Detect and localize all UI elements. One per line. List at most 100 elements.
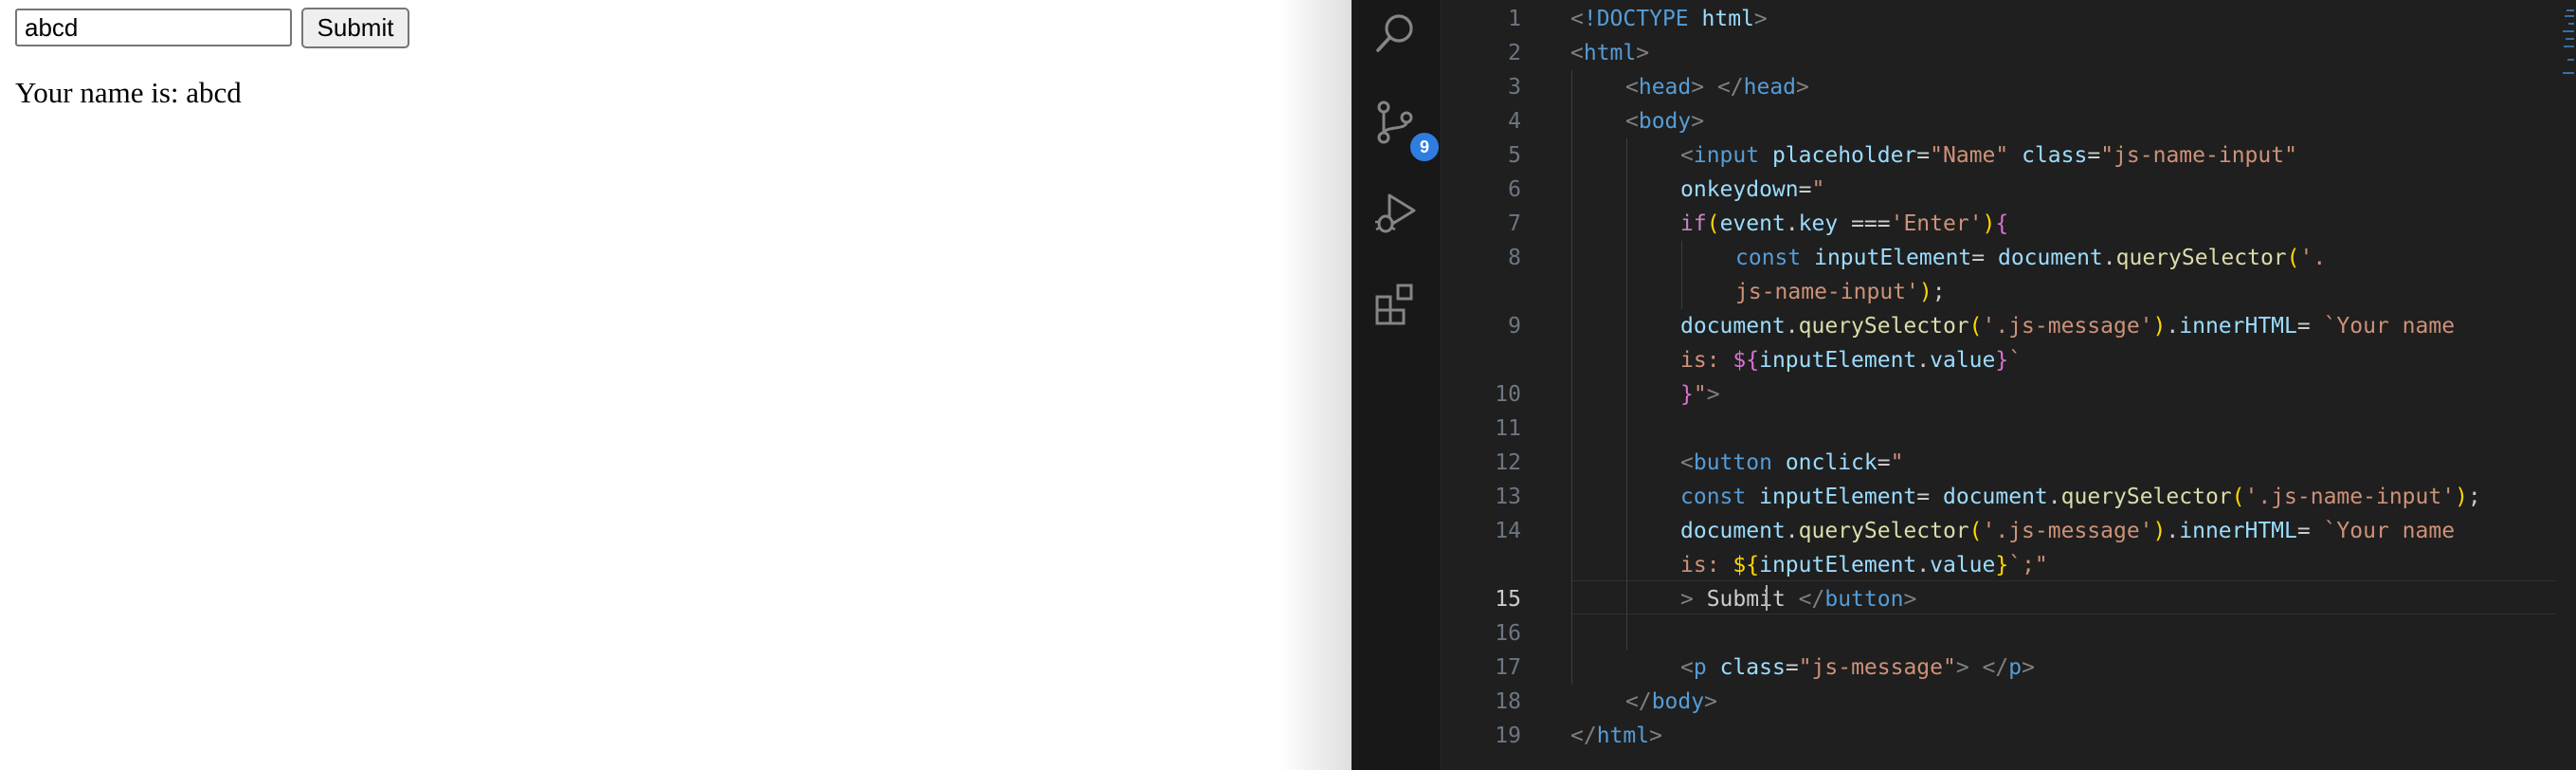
code-token: > [1649,724,1662,748]
code-line: document.querySelector('.js-message').in… [1680,514,2455,548]
code-token: = [2087,143,2101,168]
code-token: `Your name [2323,314,2456,339]
code-token: = [1916,485,1943,509]
code-token: !DOCTYPE [1583,7,1689,31]
code-token: js-name-input' [1735,280,1919,304]
code-token: onkeydown [1680,177,1799,202]
name-input[interactable] [15,9,292,46]
code-token: button [1824,587,1904,612]
indent-guide [1626,138,1627,651]
code-token: . [1785,211,1799,236]
code-token: = [1798,177,1812,202]
code-token: input [1693,143,1760,168]
code-line: }"> [1680,377,1720,412]
code-token: ) [2152,314,2167,339]
code-token: . [1785,519,1799,543]
source-control-icon[interactable]: 9 [1363,89,1441,163]
code-token: const [1735,246,1802,270]
code-token: ; [2467,485,2481,509]
code-token: value [1930,348,1996,373]
code-line: > Submit </button> [1680,582,1916,616]
code-token: body [1638,109,1692,134]
code-token: '. [2299,246,2327,270]
code-token: ( [1968,519,1983,543]
code-token: < [1680,143,1694,168]
code-token: < [1570,7,1584,31]
code-token: . [2102,246,2116,270]
minimap [2563,9,2576,85]
code-token: . [2166,314,2180,339]
code-line: <input placeholder="Name" class="js-name… [1680,138,2297,173]
code-token: "Name" [1930,143,2009,168]
code-line: <p class="js-message"> </p> [1680,651,2035,685]
code-token: . [1916,553,1931,578]
extensions-icon[interactable] [1363,271,1429,338]
code-line: js-name-input'); [1735,275,1946,309]
code-token: " [1693,382,1707,407]
code-token: "js-name-input" [2100,143,2297,168]
code-editor[interactable]: 1 2 3 4 5 6 7 8 9 10 11 12 13 14 15 16 17 18 19 <!DOCTYPE … [1442,0,2576,770]
code-token: html [1701,7,1754,31]
code-token: . [2166,519,2180,543]
code-token: " [1890,450,1904,475]
code-token: `Your name [2323,519,2456,543]
code-token: inputElement [1814,246,1972,270]
code-token: if [1680,211,1707,236]
code-token: ) [2152,519,2167,543]
code-token: } [1995,348,2009,373]
code-area[interactable]: <!DOCTYPE html> <html> <head> </head> <body… [1442,0,2576,770]
activity-bar: 9 [1351,0,1442,770]
code-token: is: [1680,553,1733,578]
code-token: onclick [1785,450,1878,475]
code-line: is: ${inputElement.value}`;" [1680,548,2048,582]
code-token: > [1706,382,1720,407]
search-icon[interactable] [1363,0,1429,66]
code-token: > [1691,109,1705,134]
code-token: querySelector [1798,519,1969,543]
indent-guide [1681,241,1682,309]
code-line: <!DOCTYPE html> [1570,2,1768,36]
code-token: button [1693,450,1772,475]
code-token: = [1916,143,1931,168]
code-token: ; [1932,280,1946,304]
code-token: ${ [1732,348,1760,373]
code-token: 'Enter' [1890,211,1983,236]
code-token: document [1942,485,2048,509]
window-shadow [1279,0,1351,770]
code-line: onkeydown=" [1680,173,1824,207]
code-token: </ [1570,724,1597,748]
code-token: > [1680,587,1694,612]
code-token: > [1636,41,1650,65]
code-line: const inputElement= document.querySelect… [1735,241,2326,275]
code-line: <button onclick=" [1680,446,1903,480]
code-token: querySelector [1798,314,1969,339]
code-token: . [1785,314,1799,339]
code-token: inputElement [1759,553,1917,578]
code-token: = [1971,246,1998,270]
code-token: inputElement [1759,348,1917,373]
code-token: > [2022,655,2035,680]
code-token: > [1796,75,1809,100]
code-token: ( [1968,314,1983,339]
code-token: . [2047,485,2061,509]
code-token: innerHTML [2179,519,2297,543]
code-token: document [1680,519,1786,543]
code-line: </body> [1625,685,1717,719]
submit-button[interactable]: Submit [301,8,409,48]
code-line: <body> [1625,104,1704,138]
code-token: < [1625,109,1639,134]
run-debug-icon[interactable] [1363,180,1429,247]
code-token: . [1916,348,1931,373]
code-token: < [1625,75,1639,100]
code-token: const [1680,485,1747,509]
code-token: p [2008,655,2023,680]
code-token: > [1704,689,1717,714]
code-token: '.js-message' [1982,314,2153,339]
